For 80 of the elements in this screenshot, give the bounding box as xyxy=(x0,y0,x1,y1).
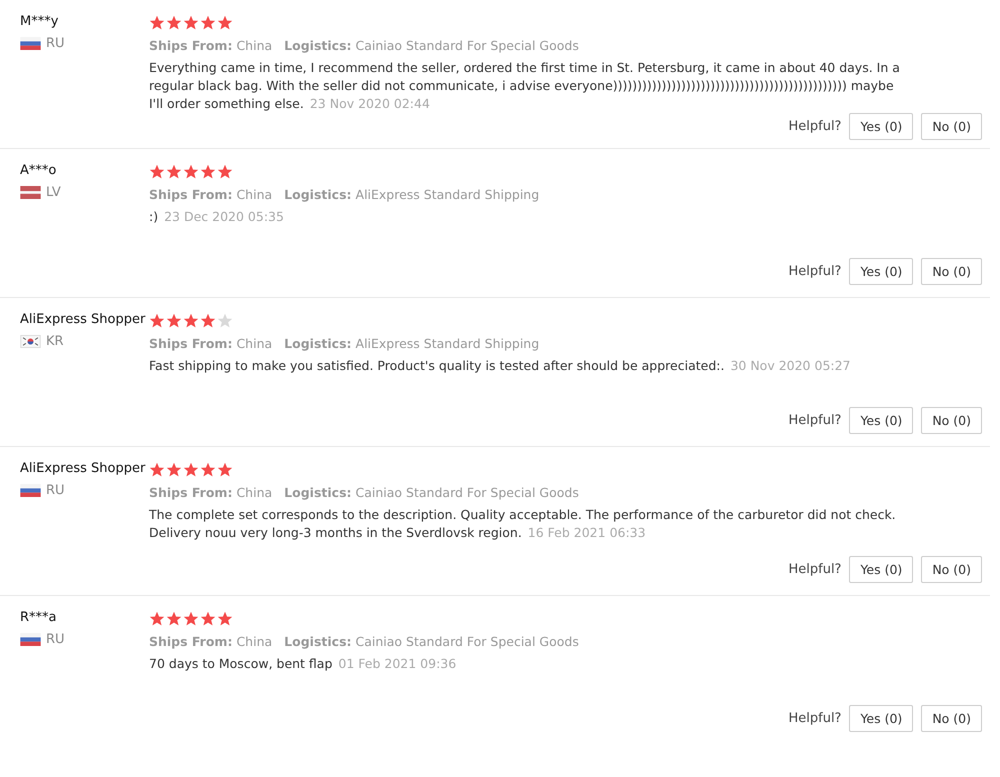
no-button[interactable]: No (0) xyxy=(921,407,982,434)
star-icon xyxy=(149,15,165,31)
logistics-label: Logistics: xyxy=(284,187,352,202)
ships-from-label: Ships From: xyxy=(149,485,232,500)
star-icon xyxy=(149,611,165,627)
flag-icon xyxy=(20,37,41,50)
star-icon xyxy=(200,164,216,180)
star-icon xyxy=(217,164,233,180)
review-text: :) 23 Dec 2020 05:35 xyxy=(149,208,284,226)
user-name: AliExpress Shopper xyxy=(20,311,146,327)
logistics-value: AliExpress Standard Shipping xyxy=(356,187,540,202)
review-text: Everything came in time, I recommend the seller, ordered the first time in St. Petersburg, it came in about 40 days. In a regular black bag. With the seller did not communicate, i advise everyone)))))))))))))))))))))))))))))))))))))))))))))))) maybe I'll order something else. 23 Nov 2020 02:44 xyxy=(149,59,901,113)
star-icon xyxy=(200,15,216,31)
star-icon xyxy=(200,313,216,329)
logistics-value: Cainiao Standard For Special Goods xyxy=(356,634,579,649)
no-button[interactable]: No (0) xyxy=(921,258,982,285)
user-name: M***y xyxy=(20,13,58,29)
ships-from-label: Ships From: xyxy=(149,336,232,351)
review-text: 70 days to Moscow, bent flap 01 Feb 2021 09:36 xyxy=(149,655,456,673)
helpful-label: Helpful? xyxy=(788,413,842,428)
ships-from-value: China xyxy=(236,485,272,500)
star-icon xyxy=(166,15,182,31)
star-icon xyxy=(166,164,182,180)
star-icon xyxy=(217,611,233,627)
star-icon xyxy=(149,164,165,180)
star-icon xyxy=(149,462,165,478)
yes-button[interactable]: Yes (0) xyxy=(849,407,914,434)
helpful-label: Helpful? xyxy=(788,562,842,577)
star-icon xyxy=(200,611,216,627)
star-icon xyxy=(166,462,182,478)
star-icon xyxy=(149,313,165,329)
logistics-label: Logistics: xyxy=(284,38,352,53)
country-code: RU xyxy=(46,36,65,51)
star-icon xyxy=(183,313,199,329)
flag-icon xyxy=(20,633,41,646)
star-icon xyxy=(183,462,199,478)
star-icon xyxy=(183,164,199,180)
yes-button[interactable]: Yes (0) xyxy=(849,113,914,140)
ships-from-label: Ships From: xyxy=(149,38,232,53)
review-text: Fast shipping to make you satisfied. Product's quality is tested after should be appreciated:. 30 Nov 2020 05:27 xyxy=(149,357,851,375)
star-icon xyxy=(217,313,233,329)
user-name: AliExpress Shopper xyxy=(20,460,146,476)
helpful-label: Helpful? xyxy=(788,711,842,726)
country-code: RU xyxy=(46,632,65,647)
ships-from-value: China xyxy=(236,187,272,202)
country-code: LV xyxy=(46,185,61,200)
country-code: RU xyxy=(46,483,65,498)
flag-icon xyxy=(20,484,41,497)
logistics-value: Cainiao Standard For Special Goods xyxy=(356,38,579,53)
logistics-value: AliExpress Standard Shipping xyxy=(356,336,540,351)
user-name: A***o xyxy=(20,162,56,178)
yes-button[interactable]: Yes (0) xyxy=(849,556,914,583)
flag-icon xyxy=(20,335,41,348)
star-icon xyxy=(166,313,182,329)
yes-button[interactable]: Yes (0) xyxy=(849,705,914,732)
logistics-label: Logistics: xyxy=(284,634,352,649)
star-icon xyxy=(183,15,199,31)
star-icon xyxy=(200,462,216,478)
user-name: R***a xyxy=(20,609,56,625)
logistics-value: Cainiao Standard For Special Goods xyxy=(356,485,579,500)
star-icon xyxy=(166,611,182,627)
ships-from-value: China xyxy=(236,634,272,649)
star-icon xyxy=(217,15,233,31)
helpful-label: Helpful? xyxy=(788,119,842,134)
star-icon xyxy=(183,611,199,627)
helpful-label: Helpful? xyxy=(788,264,842,279)
ships-from-value: China xyxy=(236,38,272,53)
no-button[interactable]: No (0) xyxy=(921,113,982,140)
ships-from-label: Ships From: xyxy=(149,187,232,202)
logistics-label: Logistics: xyxy=(284,336,352,351)
ships-from-label: Ships From: xyxy=(149,634,232,649)
flag-icon xyxy=(20,186,41,199)
star-icon xyxy=(217,462,233,478)
no-button[interactable]: No (0) xyxy=(921,556,982,583)
ships-from-value: China xyxy=(236,336,272,351)
yes-button[interactable]: Yes (0) xyxy=(849,258,914,285)
country-code: KR xyxy=(46,334,64,349)
no-button[interactable]: No (0) xyxy=(921,705,982,732)
logistics-label: Logistics: xyxy=(284,485,352,500)
review-text: The complete set corresponds to the description. Quality acceptable. The performance of the carburetor did not check. Delivery nouu very long-3 months in the Sverdlovsk region. 16 Feb 2021 06:33 xyxy=(149,506,897,542)
